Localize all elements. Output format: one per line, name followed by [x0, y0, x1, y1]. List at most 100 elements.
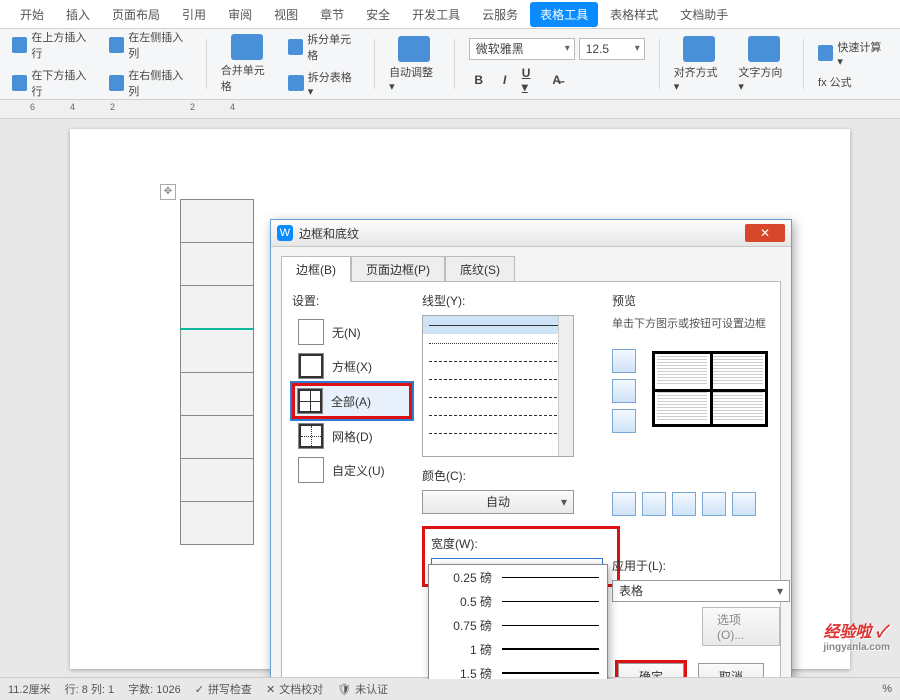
bold-button[interactable]: B — [469, 70, 489, 90]
line-style-item[interactable] — [423, 388, 573, 406]
table-row[interactable] — [181, 502, 254, 545]
insert-col-right-button[interactable]: 在右侧插入列 — [109, 67, 192, 99]
strike-button[interactable]: A̶ — [547, 70, 567, 90]
insert-row-below-button[interactable]: 在下方插入行 — [12, 67, 95, 99]
document-table[interactable] — [180, 199, 254, 545]
autofit-button[interactable]: 自动调整 ▾ — [389, 36, 440, 93]
border-right-button[interactable] — [702, 492, 726, 516]
table-row[interactable] — [181, 459, 254, 502]
line-style-label: 线型(Y): — [422, 292, 602, 309]
split-cell-button[interactable]: 拆分单元格 — [288, 31, 360, 63]
table-row[interactable] — [181, 329, 254, 373]
insert-col-left-button[interactable]: 在左侧插入列 — [109, 29, 192, 61]
tab-security[interactable]: 安全 — [356, 2, 400, 27]
tab-review[interactable]: 审阅 — [218, 2, 262, 27]
width-option[interactable]: 0.75 磅 — [429, 613, 607, 637]
line-style-list[interactable] — [422, 315, 574, 457]
table-row[interactable] — [181, 286, 254, 330]
tab-devtools[interactable]: 开发工具 — [402, 2, 470, 27]
setting-none-label: 无(N) — [332, 324, 361, 341]
tab-view[interactable]: 视图 — [264, 2, 308, 27]
apply-to-combo[interactable]: 表格 — [612, 580, 790, 602]
table-row[interactable] — [181, 373, 254, 416]
border-vmid-button[interactable] — [672, 492, 696, 516]
insert-row-above-button[interactable]: 在上方插入行 — [12, 29, 95, 61]
color-label: 颜色(C): — [422, 467, 602, 484]
width-option[interactable]: 0.5 磅 — [429, 589, 607, 613]
table-row[interactable] — [181, 243, 254, 286]
line-style-item[interactable] — [423, 406, 573, 424]
border-diag1-button[interactable] — [612, 492, 636, 516]
setting-all[interactable]: 全部(A) — [292, 383, 412, 419]
width-option[interactable]: 1.5 磅 — [429, 661, 607, 679]
border-hmid-button[interactable] — [612, 379, 636, 403]
insert-right-icon — [109, 75, 124, 91]
alignment-icon — [683, 36, 715, 62]
line-style-item[interactable] — [423, 352, 573, 370]
tab-insert[interactable]: 插入 — [56, 2, 100, 27]
underline-button[interactable]: U ▾ — [521, 70, 541, 90]
tab-table-style[interactable]: 表格样式 — [600, 2, 668, 27]
line-style-item[interactable] — [423, 334, 573, 352]
tab-layout[interactable]: 页面布局 — [102, 2, 170, 27]
italic-button[interactable]: I — [495, 70, 515, 90]
autofit-icon — [398, 36, 430, 62]
font-name-combo[interactable]: 微软雅黑 — [469, 38, 575, 60]
insert-below-icon — [12, 75, 27, 91]
dialog-tabs: 边框(B) 页面边框(P) 底纹(S) — [271, 247, 791, 281]
status-wordcount[interactable]: 字数: 1026 — [128, 681, 181, 697]
setting-custom[interactable]: 自定义(U) — [292, 453, 412, 487]
tab-shading[interactable]: 底纹(S) — [445, 256, 515, 282]
tab-sections[interactable]: 章节 — [310, 2, 354, 27]
merge-cells-button[interactable]: 合并单元格 — [221, 34, 274, 94]
line-style-item[interactable] — [423, 424, 573, 442]
tab-border[interactable]: 边框(B) — [281, 256, 351, 282]
merge-label: 合并单元格 — [221, 62, 274, 94]
setting-box[interactable]: 方框(X) — [292, 349, 412, 383]
quick-calc-button[interactable]: 快速计算 ▾ — [818, 39, 888, 68]
line-style-item[interactable] — [423, 370, 573, 388]
tab-cloud[interactable]: 云服务 — [472, 2, 528, 27]
status-auth[interactable]: 🛡 未认证 — [337, 681, 388, 697]
text-direction-button[interactable]: 文字方向 ▾ — [738, 36, 789, 93]
line-style-item[interactable] — [423, 316, 573, 334]
split-table-button[interactable]: 拆分表格 ▾ — [288, 69, 360, 98]
horizontal-ruler[interactable]: 6 4 2 2 4 — [0, 100, 900, 119]
tab-page-border[interactable]: 页面边框(P) — [351, 256, 445, 282]
borders-shading-dialog: W 边框和底纹 ✕ 边框(B) 页面边框(P) 底纹(S) 设置: 无(N) 方… — [270, 219, 792, 679]
font-size-combo[interactable]: 12.5 — [579, 38, 645, 60]
width-option[interactable]: 1 磅 — [429, 637, 607, 661]
status-proofing[interactable]: ✕ 文档校对 — [266, 681, 323, 697]
border-diag2-button[interactable] — [732, 492, 756, 516]
border-left-button[interactable] — [642, 492, 666, 516]
tab-start[interactable]: 开始 — [10, 2, 54, 27]
border-top-button[interactable] — [612, 349, 636, 373]
status-position[interactable]: 11.2厘米 — [8, 681, 51, 697]
alignment-button[interactable]: 对齐方式 ▾ — [674, 36, 725, 93]
table-row[interactable] — [181, 200, 254, 243]
setting-grid[interactable]: 网格(D) — [292, 419, 412, 453]
scrollbar[interactable] — [558, 316, 573, 456]
dialog-titlebar[interactable]: W 边框和底纹 ✕ — [271, 220, 791, 247]
tab-doc-assist[interactable]: 文档助手 — [670, 2, 738, 27]
setting-none[interactable]: 无(N) — [292, 315, 412, 349]
close-button[interactable]: ✕ — [745, 224, 785, 242]
border-bottom-button[interactable] — [612, 409, 636, 433]
status-zoom[interactable]: % — [882, 683, 892, 695]
table-row[interactable] — [181, 416, 254, 459]
tab-references[interactable]: 引用 — [172, 2, 216, 27]
separator — [659, 39, 660, 89]
status-spellcheck[interactable]: ✓ 拼写检查 — [195, 681, 252, 697]
preview-sample[interactable] — [652, 351, 768, 427]
ruler-mark: 4 — [70, 102, 75, 112]
color-combo[interactable]: 自动 — [422, 490, 574, 514]
tab-table-tools[interactable]: 表格工具 — [530, 2, 598, 27]
settings-column: 设置: 无(N) 方框(X) 全部(A) 网格(D) 自定义(U) — [292, 292, 412, 487]
text-direction-label: 文字方向 ▾ — [738, 64, 789, 93]
formula-button[interactable]: fx 公式 — [818, 74, 888, 90]
status-rowcol[interactable]: 行: 8 列: 1 — [65, 681, 115, 697]
separator — [454, 39, 455, 89]
table-move-handle[interactable]: ✥ — [160, 184, 176, 200]
width-option[interactable]: 0.25 磅 — [429, 565, 607, 589]
dialog-title: 边框和底纹 — [299, 225, 745, 242]
